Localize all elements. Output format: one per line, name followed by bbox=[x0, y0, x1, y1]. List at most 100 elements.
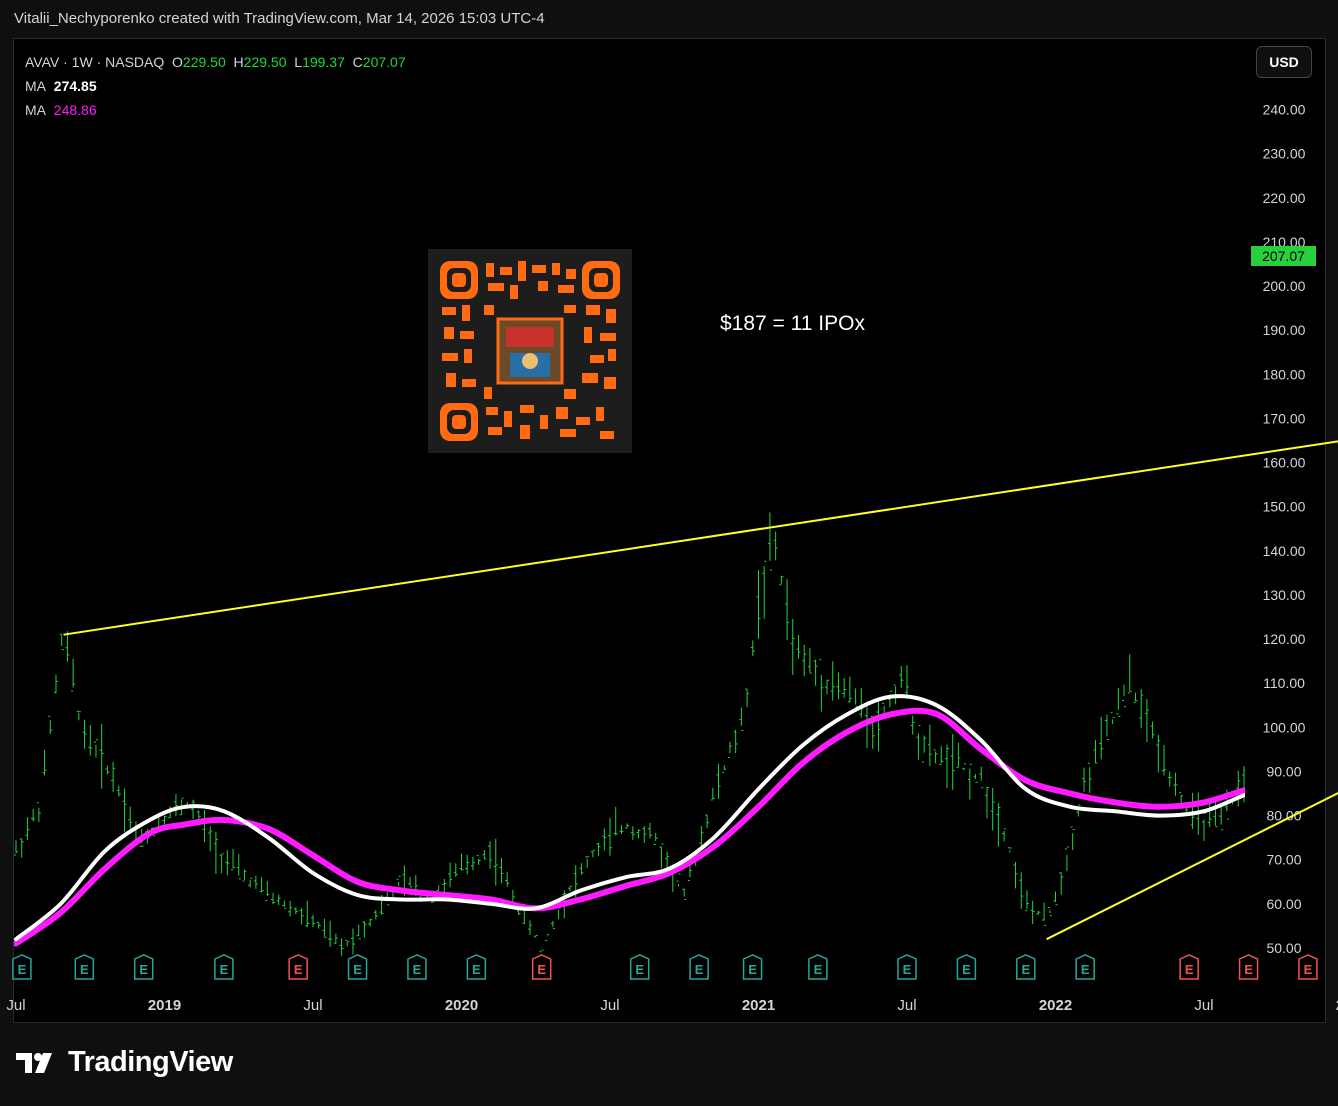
ohlc-bar bbox=[293, 907, 298, 915]
ohlc-bar bbox=[271, 892, 276, 904]
ohlc-bar bbox=[191, 799, 196, 820]
ohlc-bar bbox=[796, 634, 801, 659]
earnings-marker[interactable]: E bbox=[1298, 954, 1318, 980]
trendline[interactable] bbox=[63, 290, 1338, 636]
tradingview-brand[interactable]: TradingView bbox=[16, 1046, 233, 1079]
legend-ma1-row[interactable]: MA 274.85 bbox=[25, 74, 406, 98]
ohlc-bar bbox=[396, 875, 401, 886]
ohlc-bar bbox=[82, 719, 87, 749]
earnings-marker[interactable]: E bbox=[288, 954, 308, 980]
earnings-marker[interactable]: E bbox=[531, 954, 552, 980]
y-tick-label: 130.00 bbox=[1263, 587, 1306, 603]
ohlc-bar bbox=[253, 875, 258, 889]
earnings-marker[interactable]: E bbox=[214, 954, 234, 980]
legend-symbol[interactable]: AVAV · 1W · NASDAQ bbox=[25, 54, 164, 70]
ohlc-bar bbox=[231, 848, 236, 871]
ohlc-bar bbox=[88, 725, 93, 756]
y-tick-label: 90.00 bbox=[1266, 763, 1301, 779]
ohlc-bar bbox=[1328, 805, 1332, 836]
ohlc-bar bbox=[830, 661, 835, 701]
x-tick-label: Jul bbox=[897, 997, 916, 1014]
earnings-marker[interactable]: E bbox=[808, 954, 828, 980]
ohlc-bar bbox=[762, 560, 767, 619]
earnings-marker[interactable]: E bbox=[74, 954, 95, 980]
ohlc-bar bbox=[488, 841, 493, 869]
earnings-marker[interactable]: E bbox=[956, 954, 977, 980]
ohlc-bar bbox=[299, 907, 304, 925]
y-tick-label: 200.00 bbox=[1263, 278, 1306, 294]
earnings-marker[interactable]: E bbox=[347, 954, 368, 980]
y-tick-label: 60.00 bbox=[1266, 896, 1301, 912]
ohlc-bar bbox=[31, 808, 36, 822]
ohlc-bar bbox=[659, 843, 664, 869]
earnings-marker-label: E bbox=[1021, 962, 1030, 977]
earnings-marker[interactable]: E bbox=[897, 954, 917, 980]
ohlc-bar bbox=[482, 850, 487, 860]
earnings-marker[interactable]: E bbox=[742, 954, 763, 980]
earnings-marker-label: E bbox=[472, 962, 481, 977]
legend-open-value: 229.50 bbox=[182, 54, 226, 70]
ohlc-bar bbox=[905, 665, 909, 699]
ohlc-bar bbox=[756, 570, 761, 639]
tradingview-logo-icon bbox=[16, 1052, 52, 1073]
ohlc-bar bbox=[362, 921, 367, 938]
ohlc-bar bbox=[545, 934, 550, 942]
earnings-marker-label: E bbox=[80, 962, 89, 977]
ohlc-bar bbox=[682, 888, 687, 901]
ohlc-bar bbox=[916, 724, 921, 760]
ohlc-bar bbox=[1133, 692, 1138, 703]
y-tick-label: 220.00 bbox=[1263, 190, 1306, 206]
ohlc-bar bbox=[773, 531, 778, 561]
ohlc-bar bbox=[453, 863, 458, 878]
ohlc-bar bbox=[1333, 803, 1337, 820]
ohlc-bar bbox=[785, 579, 790, 641]
y-tick-label: 120.00 bbox=[1263, 631, 1306, 647]
legend-ma2-label: MA bbox=[25, 102, 46, 118]
earnings-marker[interactable]: E bbox=[1238, 954, 1259, 980]
earnings-marker[interactable]: E bbox=[407, 954, 427, 980]
ohlc-bar bbox=[579, 863, 584, 875]
ohlc-bar bbox=[1047, 907, 1052, 917]
earnings-marker[interactable]: E bbox=[1016, 954, 1036, 980]
earnings-marker-label: E bbox=[1185, 962, 1194, 977]
legend-ohlc-row: AVAV · 1W · NASDAQ O229.50 H229.50 L199.… bbox=[25, 50, 406, 74]
earnings-marker[interactable]: E bbox=[1075, 954, 1095, 980]
ohlc-bar bbox=[1019, 872, 1024, 909]
ohlc-bar bbox=[470, 856, 475, 871]
earnings-marker-label: E bbox=[353, 962, 362, 977]
ohlc-bar bbox=[499, 858, 504, 884]
earnings-marker[interactable]: E bbox=[1179, 954, 1199, 980]
legend-high-value: 229.50 bbox=[243, 54, 287, 70]
currency-button[interactable]: USD bbox=[1256, 46, 1312, 78]
ma-fast-line[interactable] bbox=[14, 0, 1338, 942]
earnings-marker[interactable]: E bbox=[12, 954, 32, 980]
y-tick-label: 150.00 bbox=[1263, 499, 1306, 515]
earnings-marker[interactable]: E bbox=[466, 954, 487, 980]
earnings-marker[interactable]: E bbox=[629, 954, 650, 980]
ohlc-bar bbox=[122, 788, 127, 833]
x-tick-label: Jul bbox=[303, 997, 322, 1014]
earnings-marker[interactable]: E bbox=[133, 954, 154, 980]
ohlc-bar bbox=[790, 618, 795, 675]
ohlc-bar bbox=[1162, 744, 1167, 776]
ohlc-bar bbox=[1305, 774, 1309, 786]
ohlc-bar bbox=[802, 644, 807, 677]
legend-ma2-row[interactable]: MA 248.86 bbox=[25, 98, 406, 122]
earnings-marker[interactable]: E bbox=[689, 954, 709, 980]
x-tick-label: 2019 bbox=[148, 997, 181, 1014]
ohlc-bar bbox=[25, 817, 30, 841]
ohlc-bar bbox=[42, 749, 47, 776]
x-tick-label: 2021 bbox=[742, 997, 775, 1014]
legend-ma1-value: 274.85 bbox=[53, 78, 97, 94]
price-annotation[interactable]: $187 = 11 IPOx bbox=[720, 312, 865, 336]
ohlc-bar bbox=[111, 761, 116, 792]
ohlc-bar bbox=[71, 658, 76, 692]
ohlc-bar bbox=[408, 876, 413, 888]
legend-close-value: 207.07 bbox=[362, 54, 406, 70]
trendline[interactable] bbox=[1046, 295, 1338, 941]
ohlc-bar bbox=[1053, 891, 1058, 906]
ohlc-bar bbox=[939, 746, 944, 765]
ohlc-bar bbox=[1013, 861, 1018, 889]
ohlc-bar bbox=[219, 853, 224, 874]
price-chart[interactable]: 50.0060.0070.0080.0090.00100.00110.00120… bbox=[0, 0, 1338, 1106]
